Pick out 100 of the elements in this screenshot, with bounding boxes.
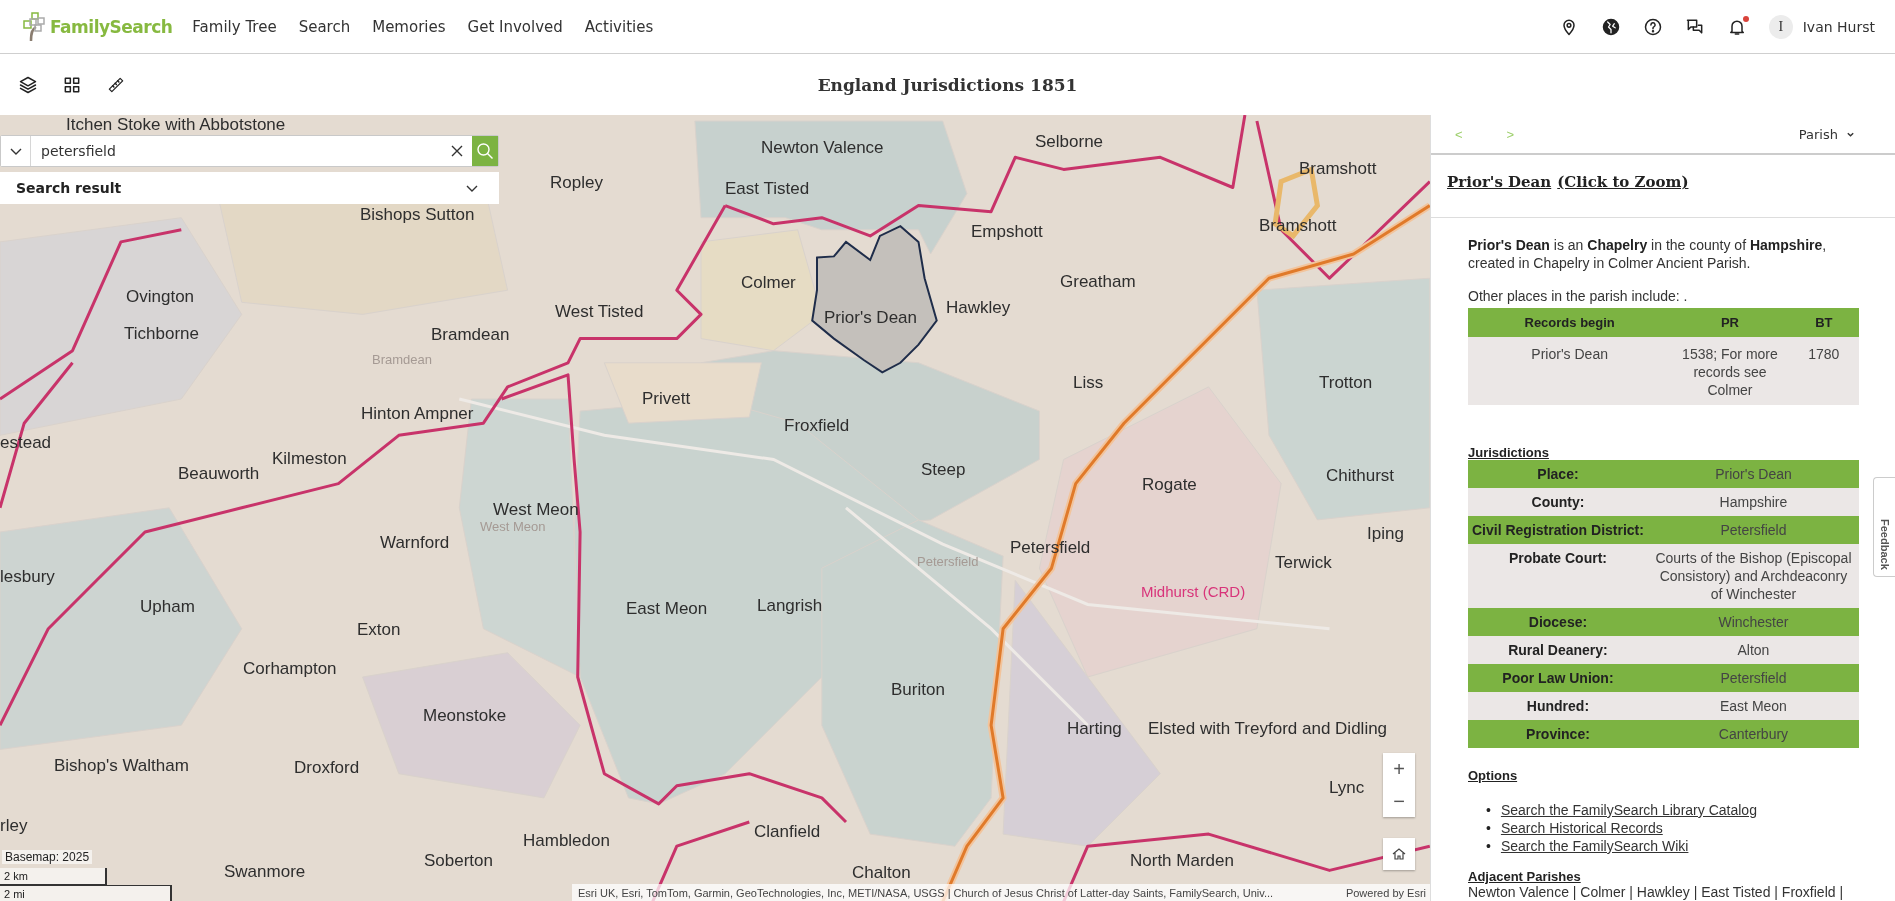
nav-link[interactable]: Search (298, 17, 351, 36)
place-label: Exton (357, 620, 401, 640)
nav-link[interactable]: Get Involved (467, 17, 563, 36)
table-cell: Petersfield (1647, 516, 1859, 544)
place-label: West Tisted (555, 302, 644, 322)
place-label: Soberton (424, 851, 493, 871)
table-header: BT (1788, 308, 1859, 337)
place-label: Hawkley (946, 298, 1011, 318)
table-cell: County: (1468, 488, 1648, 516)
tree-icon (22, 10, 48, 43)
place-label: Beauworth (178, 464, 260, 484)
place-label: Droxford (294, 758, 360, 778)
place-label: North Marden (1130, 851, 1234, 871)
feedback-tab[interactable]: Feedback (1873, 477, 1895, 577)
nav-link[interactable]: Activities (584, 17, 654, 36)
zoom-out-button[interactable]: − (1383, 785, 1415, 817)
place-label: Buriton (891, 680, 945, 700)
attribution-text: Esri UK, Esri, TomTom, Garmin, GeoTechnologies, Inc, METI/NASA, USGS | Church of Jesus Christ of Latter-day Saints, FamilySearch, Univ... (578, 887, 1274, 899)
table-header: Records begin (1468, 308, 1672, 337)
zoom-link[interactable]: (Click to Zoom) (1557, 173, 1689, 217)
option-link[interactable]: Search Historical Records (1500, 819, 1663, 837)
table-cell: Place: (1468, 460, 1648, 488)
table-cell: Province: (1468, 720, 1648, 748)
place-label: Petersfield (917, 554, 979, 570)
section-heading: Adjacent Parishes (1468, 869, 1582, 884)
table-cell: Hundred: (1468, 692, 1648, 720)
nav-link[interactable]: Memories (372, 17, 446, 36)
help-icon[interactable] (1642, 16, 1663, 37)
table-cell: Poor Law Union: (1468, 664, 1648, 692)
place-title-link[interactable]: Prior's Dean (1447, 173, 1552, 217)
place-label: Bramdean (372, 352, 432, 368)
place-label: Bishops Sutton (360, 205, 475, 225)
place-label: Hinton Ampner (361, 404, 474, 424)
place-label: Froxfield (784, 416, 850, 436)
place-label: Hambledon (523, 831, 610, 851)
place-label: Privett (642, 389, 691, 409)
nav-link[interactable]: Family Tree (192, 17, 277, 36)
place-label: Upham (140, 597, 195, 617)
home-icon (1391, 846, 1407, 862)
place-label: lesbury (0, 567, 55, 587)
user-avatar[interactable]: I (1768, 14, 1793, 39)
place-label: Warnford (380, 533, 450, 553)
section-heading: Options (1468, 768, 1519, 783)
search-bar[interactable]: petersfield (0, 135, 499, 167)
bullet: • (1486, 819, 1491, 837)
zoom-in-button[interactable]: + (1383, 753, 1415, 785)
search-result-dropdown[interactable]: Search result (0, 172, 499, 204)
table-cell: East Meon (1647, 692, 1859, 720)
place-label: Steep (921, 460, 966, 480)
place-label: Meonstoke (423, 706, 507, 726)
place-label: Liss (1073, 373, 1104, 393)
user-name[interactable]: Ivan Hurst (1802, 18, 1875, 35)
place-label: Bramshott (1299, 159, 1377, 179)
table-cell: Hampshire (1647, 488, 1859, 516)
place-label: Elsted with Treyford and Didling (1148, 719, 1388, 739)
selected-parish-shape[interactable] (811, 225, 938, 374)
place-label: Bramdean (431, 325, 510, 345)
layer-dropdown[interactable]: Parish (1798, 126, 1855, 142)
search-icon (476, 142, 494, 160)
table-header: PR (1671, 308, 1789, 337)
place-label: Langrish (757, 596, 823, 616)
place-label: Midhurst (CRD) (1141, 583, 1246, 601)
map-title: England Jurisdictions 1851 (817, 74, 1078, 95)
place-label: Lync (1329, 778, 1365, 798)
table-cell: Courts of the Bishop (Episcopal Consistory) and Archdeaconry of Winchester (1647, 544, 1859, 608)
place-label: Ovington (126, 287, 195, 307)
table-cell: Prior's Dean (1468, 337, 1672, 405)
place-label: East Tisted (725, 179, 810, 199)
place-label: Rogate (1142, 475, 1197, 495)
basemap-label: Basemap: 2025 (2, 850, 93, 864)
home-button[interactable] (1383, 838, 1415, 870)
place-label: Ropley (550, 173, 603, 193)
place-label: Iping (1367, 524, 1404, 544)
search-source-dropdown[interactable] (1, 136, 31, 166)
place-label: Corhampton (243, 659, 337, 679)
table-cell: Prior's Dean (1647, 460, 1859, 488)
table-cell: Rural Deanery: (1468, 636, 1648, 664)
place-label: East Meon (626, 599, 708, 619)
place-label: Colmer (741, 273, 796, 293)
layers-icon[interactable] (18, 74, 38, 95)
search-input[interactable]: petersfield (31, 136, 442, 166)
table-cell: 1538; For more records see Colmer (1671, 337, 1789, 405)
place-description: Prior's Dean is an Chapelry in the county of Hampshire, created in Chapelry in Colmer Ancient Parish. (1468, 236, 1828, 272)
table-cell: Canterbury (1647, 720, 1859, 748)
place-label: Swanmore (224, 862, 306, 882)
adjacent-parishes-text: Newton Valence | Colmer | Hawkley | East Tisted | Froxfield | (1468, 884, 1845, 900)
place-label: Terwick (1275, 553, 1332, 573)
bullet: • (1486, 837, 1491, 855)
powered-by-text: Powered by Esri (1345, 887, 1426, 899)
option-link[interactable]: Search the FamilySearch Wiki (1500, 837, 1689, 855)
place-label: Tichborne (124, 324, 199, 344)
place-label: West Meon (480, 519, 546, 535)
globe-icon[interactable] (1600, 16, 1621, 37)
table-cell: Diocese: (1468, 608, 1648, 636)
place-label: rley (0, 816, 28, 836)
option-link[interactable]: Search the FamilySearch Library Catalog (1500, 801, 1757, 819)
table-cell: Winchester (1647, 608, 1859, 636)
place-label: Newton Valence (761, 138, 884, 158)
scale-bar: 2 mi (0, 885, 172, 901)
place-label: Greatham (1060, 272, 1136, 292)
